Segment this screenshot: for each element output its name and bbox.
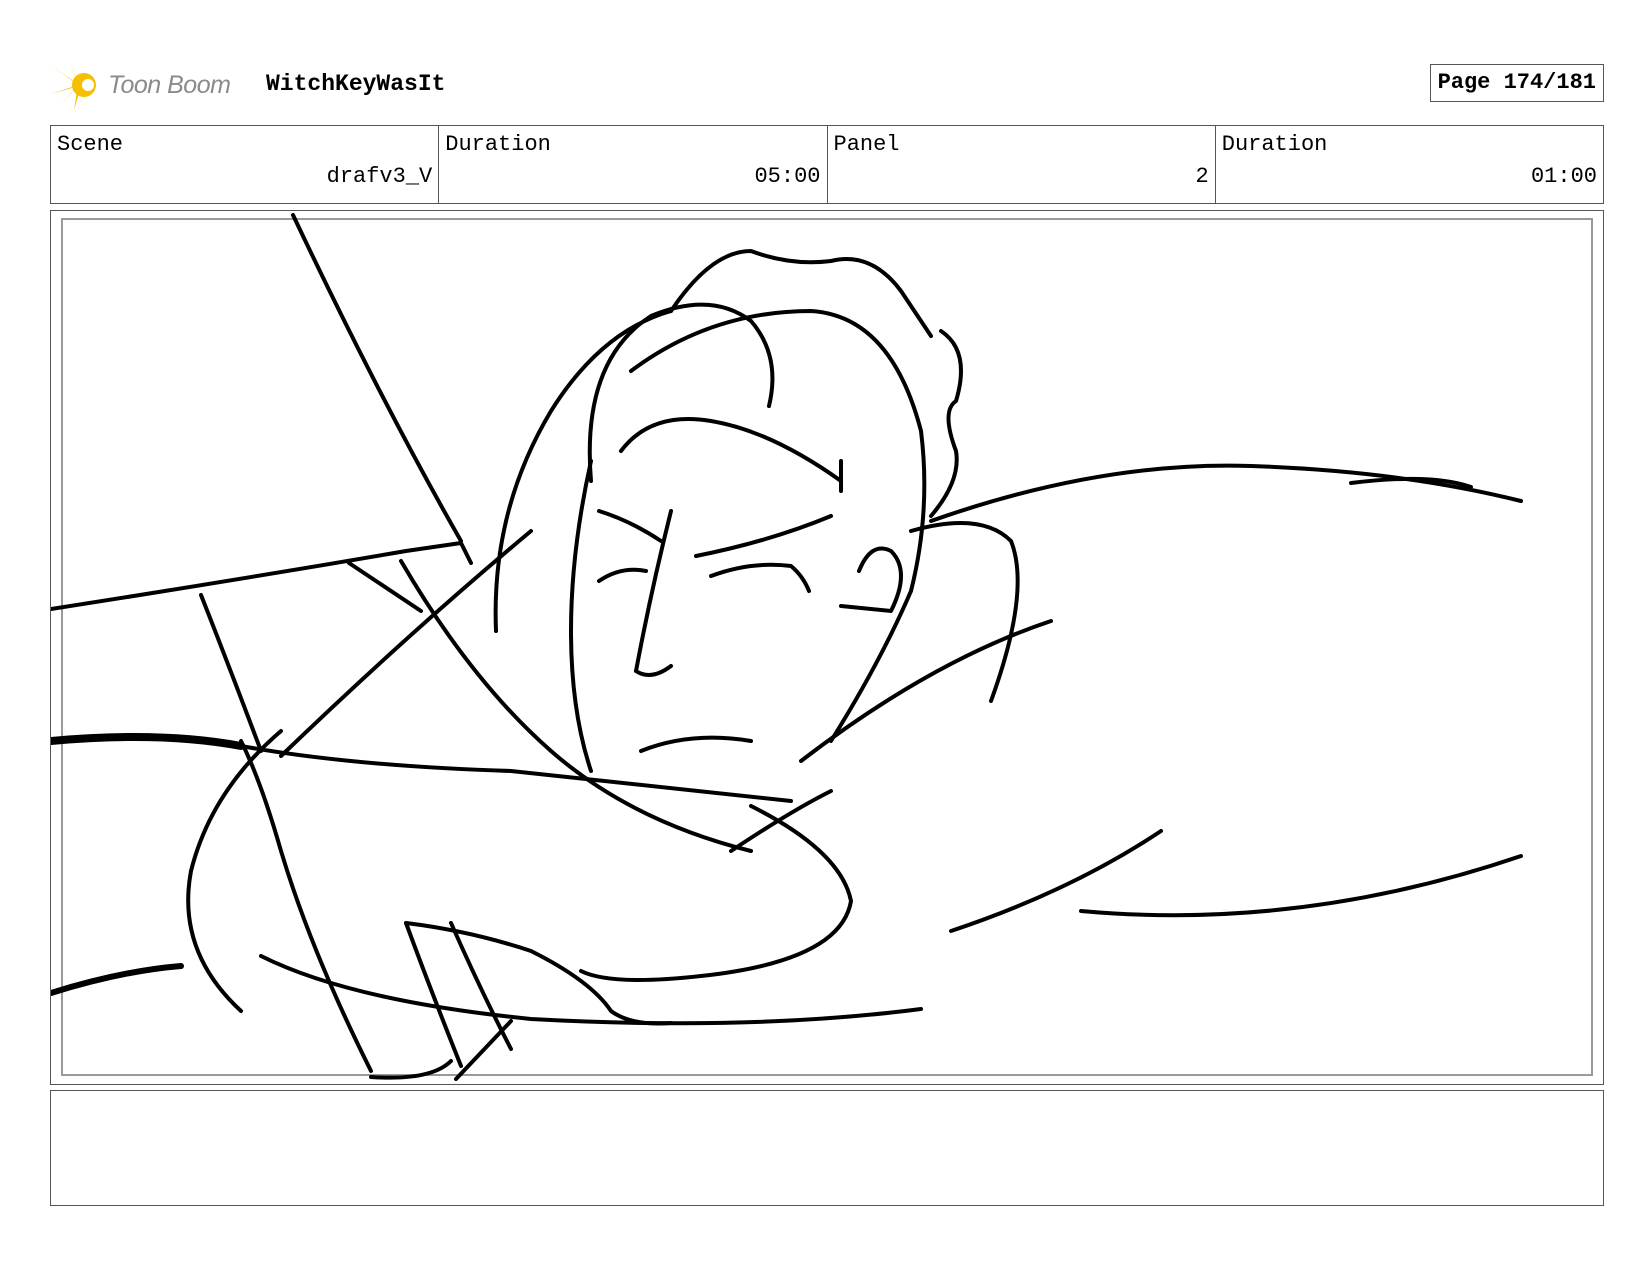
scene-value: drafv3_V [326,164,433,189]
panel-value: 2 [1195,164,1209,189]
toon-boom-logo: Toon Boom [50,58,250,112]
scene-duration-value: 05:00 [754,164,821,189]
project-title: WitchKeyWasIt [266,71,446,97]
page-header: Toon Boom WitchKeyWasIt Page 174/181 [50,56,1604,116]
panel-duration-label: Duration [1221,132,1328,157]
storyboard-panel [50,210,1604,1085]
notes-box [50,1090,1604,1206]
panel-label: Panel [833,132,900,157]
panel-duration-value: 01:00 [1530,164,1597,189]
logo-text: Toon Boom [108,71,231,99]
scene-cell: Scene drafv3_V [51,126,440,203]
toon-boom-star-icon [50,60,96,110]
scene-duration-label: Duration [445,132,551,157]
panel-duration-cell: Duration 01:00 [1216,126,1603,203]
sketch-drawing [51,213,1593,1081]
scene-info-table: Scene drafv3_V Duration 05:00 Panel 2 Du… [50,125,1604,204]
page-indicator: Page 174/181 [1429,64,1604,102]
scene-duration-cell: Duration 05:00 [439,126,828,203]
panel-cell: Panel 2 [828,126,1216,203]
scene-label: Scene [57,132,124,157]
